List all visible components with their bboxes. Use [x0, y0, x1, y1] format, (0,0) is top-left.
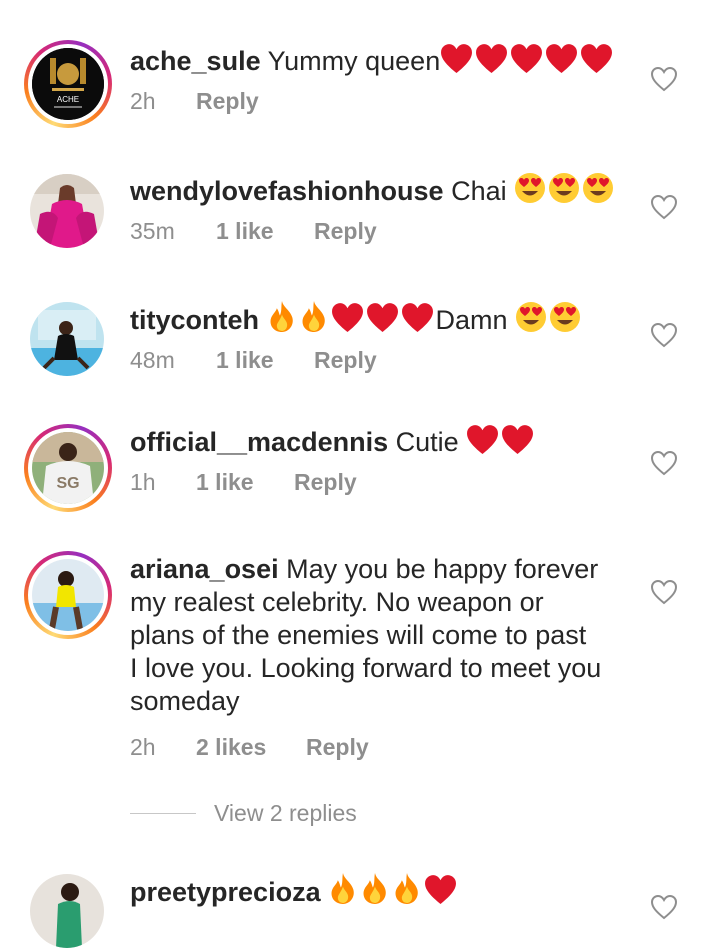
reply-button[interactable]: Reply: [196, 88, 259, 115]
comment-text: someday: [130, 686, 240, 716]
comment-username[interactable]: official__macdennis: [130, 427, 388, 457]
comment-username[interactable]: ariana_osei: [130, 554, 279, 584]
fire-heart-emoji-icon: [267, 305, 436, 335]
avatar[interactable]: [30, 174, 104, 248]
comment-username[interactable]: ache_sule: [130, 46, 261, 76]
divider: [130, 813, 196, 814]
comment-time: 35m: [130, 218, 175, 244]
comment-text: I love you. Looking forward to meet you: [130, 653, 602, 683]
reply-button[interactable]: Reply: [306, 734, 369, 761]
comment-text: my realest celebrity. No weapon or: [130, 587, 544, 617]
view-replies-button[interactable]: View 2 replies: [130, 800, 357, 827]
like-count[interactable]: 2 likes: [196, 734, 306, 761]
like-count[interactable]: 1 like: [216, 218, 314, 245]
heart-eyes-emoji-icon: [514, 176, 616, 206]
like-heart-icon[interactable]: [650, 894, 678, 920]
comment-time: 1h: [130, 469, 156, 495]
comment-text: Cutie: [395, 427, 459, 457]
avatar-label: ACHE: [57, 95, 79, 104]
reply-button[interactable]: Reply: [314, 218, 377, 245]
like-count[interactable]: 1 like: [196, 469, 294, 496]
like-heart-icon[interactable]: [650, 66, 678, 92]
comment-time: 2h: [130, 734, 156, 760]
comment-text: plans of the enemies will come to past: [130, 620, 587, 650]
heart-emoji-icon: [466, 427, 536, 457]
heart-eyes-emoji-icon: [515, 305, 583, 335]
reply-button[interactable]: Reply: [314, 347, 377, 374]
like-heart-icon[interactable]: [650, 450, 678, 476]
like-heart-icon[interactable]: [650, 194, 678, 220]
avatar[interactable]: [30, 874, 104, 948]
comment-username[interactable]: preetyprecioza: [130, 877, 321, 907]
comment-username[interactable]: tityconteh: [130, 305, 259, 335]
like-heart-icon[interactable]: [650, 579, 678, 605]
comment-text: Yummy queen: [267, 46, 441, 76]
comment-text: Damn: [435, 305, 508, 335]
avatar[interactable]: SG: [24, 424, 112, 512]
fire-heart-emoji-icon: [328, 877, 459, 907]
like-heart-icon[interactable]: [650, 322, 678, 348]
comment-username[interactable]: wendylovefashionhouse: [130, 176, 444, 206]
reply-button[interactable]: Reply: [294, 469, 357, 496]
like-count[interactable]: 1 like: [216, 347, 314, 374]
comment-time: 48m: [130, 347, 175, 373]
avatar[interactable]: [30, 302, 104, 376]
avatar[interactable]: [24, 551, 112, 639]
avatar[interactable]: ACHE: [24, 40, 112, 128]
avatar-label: SG: [56, 475, 79, 492]
heart-emoji-icon: [440, 46, 615, 76]
comment-text: Chai: [451, 176, 507, 206]
view-replies-label: View 2 replies: [214, 800, 357, 826]
comment-text: May you be happy forever: [286, 554, 599, 584]
comment-time: 2h: [130, 88, 156, 114]
